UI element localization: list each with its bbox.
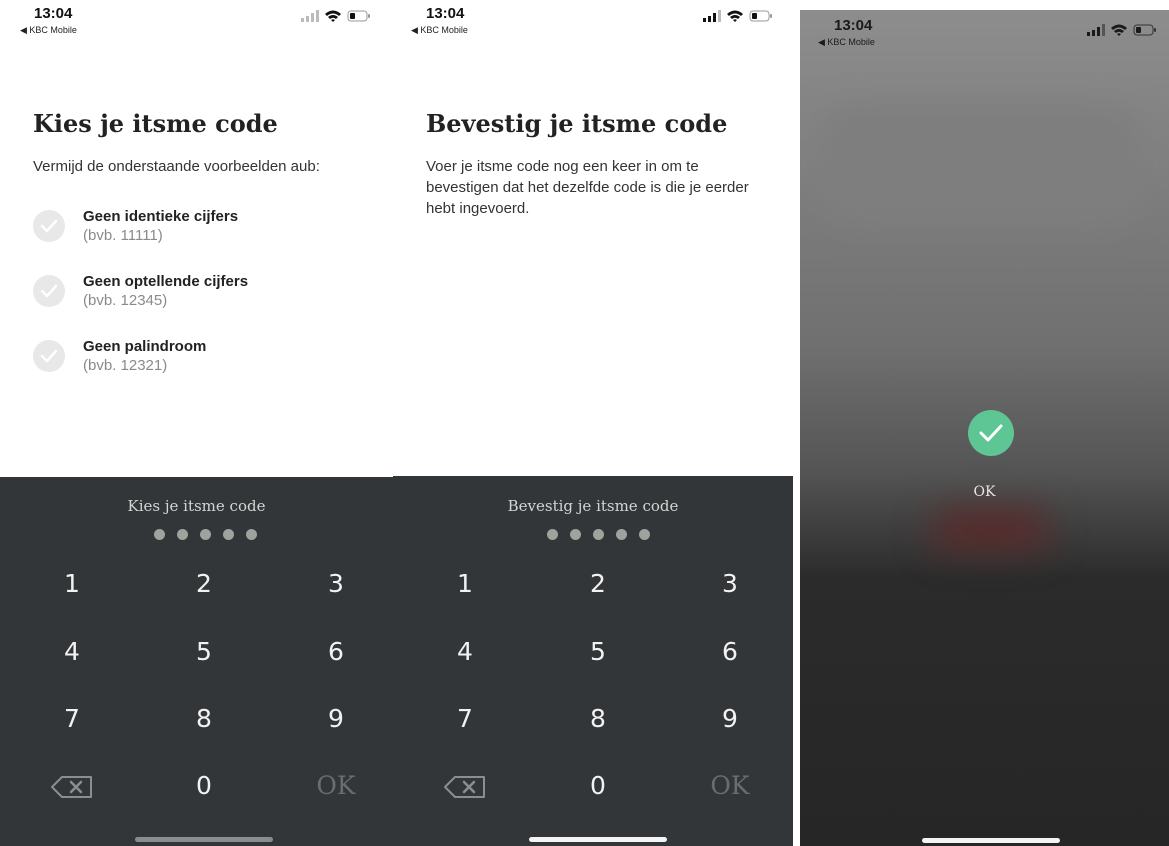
code-dot [153,529,165,540]
code-dots [393,527,793,545]
success-label: OK [973,484,996,500]
ok-key[interactable]: OK [296,766,376,806]
key-9[interactable]: 9 [296,699,376,739]
code-dot [176,529,188,540]
status-bar: 13:04 ◀ KBC Mobile [393,0,793,44]
ok-key[interactable]: OK [690,766,770,806]
status-time: 13:04 [834,17,873,34]
rule-example: (bvb. 12345) [83,292,168,309]
backspace-icon [444,776,485,798]
success-check-icon [968,410,1014,456]
keypad-title: Kies je itsme code [127,497,266,515]
key-8[interactable]: 8 [558,699,638,739]
system-status-icons [1087,24,1156,36]
status-bar: 13:04 ◀ KBC Mobile [800,10,1169,54]
rule-title: Geen palindroom [83,338,207,355]
key-4[interactable]: 4 [32,632,112,672]
check-icon [33,275,65,307]
key-6[interactable]: 6 [296,632,376,672]
backspace-icon [51,776,92,798]
status-time: 13:04 [34,5,73,22]
home-indicator[interactable] [922,838,1060,843]
rule-title: Geen identieke cijfers [83,208,239,225]
code-dot [569,529,581,540]
key-5[interactable]: 5 [164,632,244,672]
key-5[interactable]: 5 [558,632,638,672]
back-to-app-link[interactable]: ◀ KBC Mobile [818,37,875,48]
code-dot [638,529,650,540]
system-status-icons [301,10,370,22]
key-7[interactable]: 7 [32,699,112,739]
code-dots [0,527,393,545]
rule-example: (bvb. 12321) [83,357,168,374]
key-3[interactable]: 3 [690,564,770,604]
key-8[interactable]: 8 [164,699,244,739]
key-6[interactable]: 6 [690,632,770,672]
home-indicator[interactable] [529,837,667,842]
code-dot [546,529,558,540]
delete-key[interactable] [425,766,505,806]
key-1[interactable]: 1 [425,564,505,604]
key-2[interactable]: 2 [558,564,638,604]
keypad-title: Bevestig je itsme code [507,497,679,515]
key-7[interactable]: 7 [425,699,505,739]
page-title: Kies je itsme code [33,109,278,138]
home-indicator[interactable] [135,837,273,842]
check-icon [33,210,65,242]
code-dot [222,529,234,540]
status-bar: 13:04 ◀ KBC Mobile [0,0,393,44]
key-2[interactable]: 2 [164,564,244,604]
confirm-code-screen: 13:04 ◀ KBC Mobile Bevestig je itsme cod… [393,0,793,846]
page-subtitle: Voer je itsme code nog een keer in om te… [426,158,749,217]
code-dot [592,529,604,540]
delete-key[interactable] [32,766,112,806]
key-3[interactable]: 3 [296,564,376,604]
page-subtitle: Vermijd de onderstaande voorbeelden aub: [33,158,320,175]
code-dot [199,529,211,540]
rule-title: Geen optellende cijfers [83,273,249,290]
key-1[interactable]: 1 [32,564,112,604]
key-4[interactable]: 4 [425,632,505,672]
blurred-background [820,105,1140,225]
back-to-app-link[interactable]: ◀ KBC Mobile [20,25,77,36]
page-title: Bevestig je itsme code [426,109,728,138]
system-status-icons [703,10,772,22]
back-to-app-link[interactable]: ◀ KBC Mobile [411,25,468,36]
choose-code-screen: 13:04 ◀ KBC Mobile Kies je itsme code Ve… [0,0,393,846]
code-dot [615,529,627,540]
key-0[interactable]: 0 [164,766,244,806]
key-0[interactable]: 0 [558,766,638,806]
success-screen: 13:04 ◀ KBC Mobile OK [800,10,1169,846]
rule-example: (bvb. 11111) [83,227,163,244]
check-icon [33,340,65,372]
status-time: 13:04 [426,5,465,22]
key-9[interactable]: 9 [690,699,770,739]
code-dot [245,529,257,540]
blurred-background [930,510,1050,550]
